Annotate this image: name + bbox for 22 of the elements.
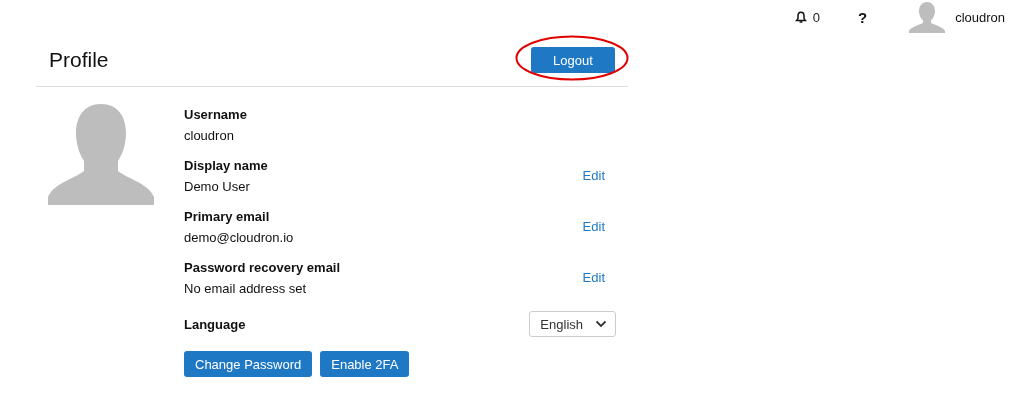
field-value: demo@cloudron.io bbox=[184, 229, 294, 245]
field-label: Display name bbox=[184, 157, 268, 173]
notification-count: 0 bbox=[812, 9, 820, 25]
edit-link[interactable]: Edit bbox=[582, 168, 605, 183]
chevron-down-icon bbox=[595, 320, 607, 328]
logout-button[interactable]: Logout bbox=[531, 47, 615, 73]
field-value: Demo User bbox=[184, 178, 251, 194]
field-label: Password recovery email bbox=[184, 259, 341, 275]
action-button[interactable]: Change Password bbox=[184, 351, 313, 377]
page-title: Profile bbox=[49, 48, 109, 72]
edit-link[interactable]: Edit bbox=[582, 219, 605, 234]
field-label: Primary email bbox=[184, 208, 271, 224]
bell-icon[interactable] bbox=[794, 10, 807, 24]
edit-link[interactable]: Edit bbox=[582, 270, 605, 285]
help-link[interactable]: ? bbox=[857, 8, 868, 26]
field-label: Username bbox=[184, 106, 247, 122]
user-menu[interactable]: cloudron bbox=[955, 9, 1005, 25]
action-button[interactable]: Enable 2FA bbox=[320, 351, 410, 377]
field-value: No email address set bbox=[184, 280, 308, 296]
language-label: Language bbox=[184, 316, 246, 332]
language-select[interactable]: English bbox=[529, 311, 616, 337]
field-value: cloudron bbox=[184, 127, 235, 143]
